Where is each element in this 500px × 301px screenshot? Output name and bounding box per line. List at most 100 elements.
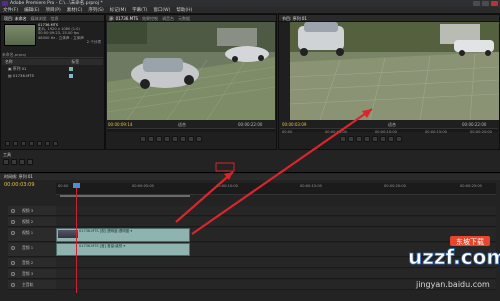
column-label[interactable]: 标签 [71,59,79,65]
timeline-ruler[interactable]: 00:00 00:00:05:00 00:00:10:00 00:00:15:0… [56,183,496,195]
speaker-icon[interactable] [11,246,15,250]
tab-effect-controls[interactable]: 效果控制 [142,15,158,21]
label-swatch [69,67,73,71]
minimize-button[interactable] [473,1,480,6]
track-video-3[interactable] [56,206,496,216]
tab-project[interactable]: 项目: 未命名 [4,15,27,21]
menu-clip[interactable]: 素材(C) [67,7,83,13]
tab-audio-mixer[interactable]: 调音台 [162,15,174,21]
delete-button[interactable] [53,141,58,146]
program-transport-controls [340,136,402,142]
eye-icon[interactable] [11,231,15,235]
track-header-video-1[interactable]: 视频 1 [8,228,56,242]
column-name[interactable]: 名称 [5,59,13,64]
track-header-audio-2[interactable]: 音频 2 [8,258,56,268]
menu-marker[interactable]: 标记(M) [110,7,126,13]
play-button[interactable] [164,136,170,142]
list-item[interactable]: ▣ 序列 01 [2,66,103,72]
speaker-icon[interactable] [11,283,15,287]
clip-thumbnail[interactable] [4,24,36,46]
list-view-button[interactable] [5,141,10,146]
insert-button[interactable] [180,136,186,142]
source-ruler[interactable] [107,128,275,132]
mark-out-button[interactable] [148,136,154,142]
hand-tool-icon[interactable] [27,159,33,165]
selection-tool-icon[interactable] [3,159,9,165]
program-ruler[interactable]: 00:00 00:00:05:00 00:00:10:00 00:00:15:0… [280,128,498,134]
track-audio-3[interactable] [56,269,496,279]
track-header-audio-1[interactable]: 音频 1 [8,243,56,257]
eye-icon[interactable] [11,220,15,224]
mark-out-button[interactable] [348,136,354,142]
tab-program[interactable]: 节目: 序列 01 [282,15,307,21]
ruler-label: 00:00:15:00 [300,184,322,188]
export-frame-button[interactable] [396,136,402,142]
list-item[interactable]: ▤ 01736.MTS [2,73,103,79]
playhead-handle[interactable] [73,183,80,188]
clip-label: 01736.MTS [音] 音量:级别 ▾ [79,244,126,248]
menu-window[interactable]: 窗口(W) [153,7,170,13]
program-video-frame[interactable] [290,22,499,120]
close-button[interactable] [491,1,498,6]
lift-button[interactable] [380,136,386,142]
step-back-button[interactable] [156,136,162,142]
eye-icon[interactable] [11,209,15,213]
work-area-bar[interactable] [60,195,190,197]
extract-button[interactable] [388,136,394,142]
source-timecode[interactable]: 00:00:09:14 [108,122,132,127]
speaker-icon[interactable] [11,261,15,265]
menu-help[interactable]: 帮助(H) [176,7,192,13]
step-back-button[interactable] [356,136,362,142]
icon-view-button[interactable] [13,141,18,146]
step-forward-button[interactable] [172,136,178,142]
new-item-button[interactable] [45,141,50,146]
list-item-label: 01736.MTS [12,73,35,78]
source-video-frame[interactable] [107,22,275,120]
track-header-master[interactable]: 主音轨 [8,280,56,290]
track-header-audio-3[interactable]: 音频 3 [8,269,56,279]
tab-source[interactable]: 源: 01736.MTS [109,15,138,21]
mark-in-button[interactable] [340,136,346,142]
project-list-header: 名称 标签 [2,59,103,65]
ruler-label: 00:00 [282,130,293,134]
source-fit-dropdown[interactable]: 适合 [178,122,186,127]
title-bar: Adobe Premiere Pro - C:\...\未命名.prproj * [0,0,500,7]
tab-media-browser[interactable]: 媒体浏览 [31,15,47,21]
track-select-tool-icon[interactable] [11,159,17,165]
timeline-timecode[interactable]: 00:00:03:09 [4,182,35,188]
playhead-line[interactable] [76,183,77,293]
timeline-tab[interactable]: 时间线: 序列 01 [0,174,500,180]
list-item-label: 序列 01 [12,66,27,71]
menu-edit[interactable]: 编辑(E) [24,7,39,13]
track-header-video-2[interactable]: 视频 2 [8,217,56,227]
track-header-video-3[interactable]: 视频 3 [8,206,56,216]
new-bin-button[interactable] [37,141,42,146]
tab-info[interactable]: 信息 [51,15,59,21]
item-count: 2 个分项 [86,39,101,44]
menu-sequence[interactable]: 序列(S) [88,7,103,13]
program-fit-dropdown[interactable]: 适合 [388,122,396,127]
menu-title[interactable]: 字幕(T) [132,7,147,13]
razor-tool-icon[interactable] [19,159,25,165]
label-swatch [69,74,73,78]
ruler-label: 00:00:15:00 [425,130,447,134]
program-timecode[interactable]: 00:00:03:09 [282,122,306,127]
speaker-icon[interactable] [11,272,15,276]
track-label: 主音轨 [22,282,34,287]
watermark-site: jingyan.baidu.com [416,280,490,289]
tab-metadata[interactable]: 元数据 [178,15,190,21]
menu-project[interactable]: 项目(P) [45,7,60,13]
mark-in-button[interactable] [140,136,146,142]
play-button[interactable] [364,136,370,142]
tools-tab[interactable]: 工具 [3,152,11,158]
overwrite-button[interactable] [188,136,194,142]
track-label: 音频 3 [22,271,34,276]
step-forward-button[interactable] [372,136,378,142]
automate-button[interactable] [21,141,26,146]
maximize-button[interactable] [482,1,489,6]
menu-file[interactable]: 文件(F) [3,7,18,13]
ruler-label: 00:00:05:00 [132,184,154,188]
find-button[interactable] [29,141,34,146]
track-video-2[interactable] [56,217,496,227]
export-frame-button[interactable] [196,136,202,142]
